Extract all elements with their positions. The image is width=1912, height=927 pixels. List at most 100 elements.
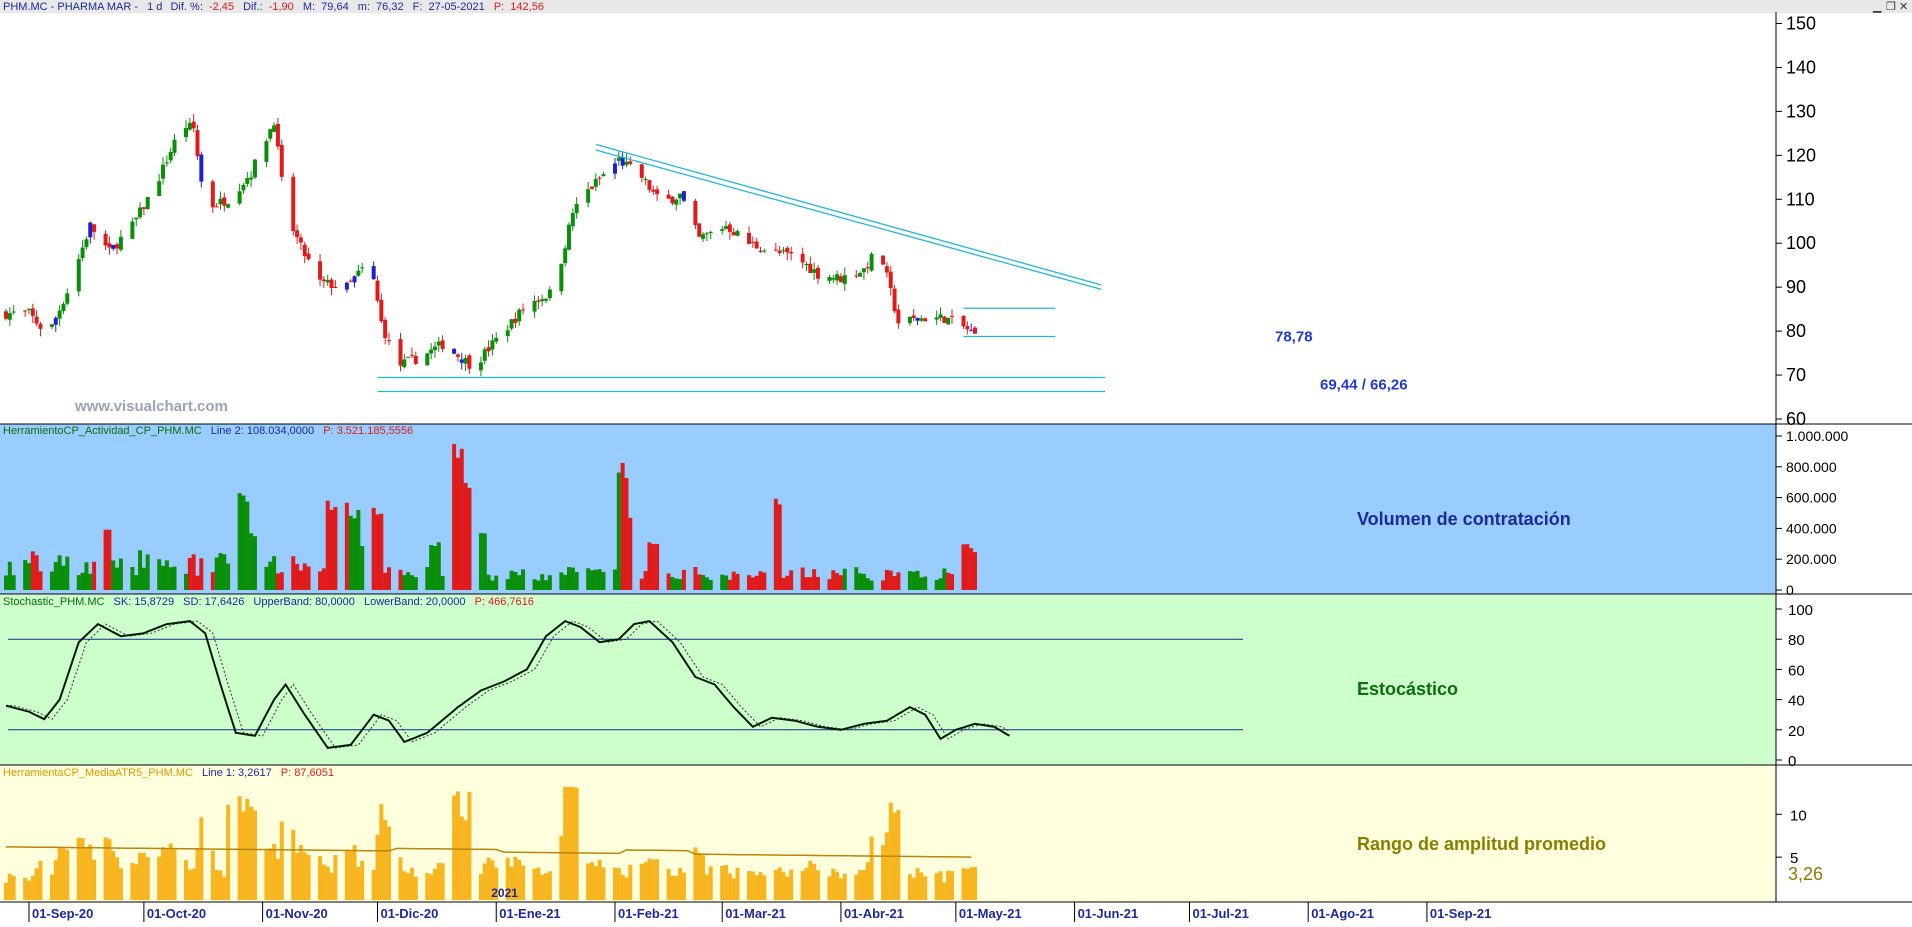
candle-body	[172, 139, 177, 153]
volume-bar	[559, 572, 564, 590]
volume-bar	[896, 572, 901, 590]
atr-bar	[773, 869, 778, 900]
atr-bar	[865, 862, 870, 900]
candle-body	[804, 264, 809, 266]
atr-bar	[815, 870, 820, 900]
candle-body	[398, 339, 403, 366]
candle-body	[325, 280, 330, 283]
volume-bar	[762, 572, 767, 590]
atr-bar	[938, 871, 943, 900]
atr-bar	[563, 786, 568, 900]
volume-bar	[402, 575, 407, 590]
volume-bar	[482, 533, 487, 590]
volume-bar	[521, 569, 526, 590]
candle-body	[92, 224, 97, 232]
header-dif: -1,90	[269, 1, 294, 13]
candle-body	[199, 154, 204, 182]
volume-bar	[907, 571, 912, 590]
candle-body	[184, 128, 189, 138]
volume-bar	[651, 544, 656, 590]
volume-bar	[494, 575, 499, 590]
candle-body	[279, 144, 284, 177]
candle-body	[306, 253, 311, 260]
volume-bar	[674, 578, 679, 590]
volume-bar	[750, 577, 755, 590]
candle-body	[704, 233, 709, 235]
volume-bar	[544, 580, 549, 590]
close-icon[interactable]: ✕	[1899, 1, 1908, 13]
candle-body	[23, 310, 28, 312]
atr-bar	[241, 811, 246, 900]
atr-bar	[26, 880, 31, 900]
date-tick-label: 01-Dic-20	[381, 906, 439, 921]
volume-bar	[972, 552, 977, 590]
atr-bar	[191, 868, 196, 900]
header-dif-label: Dif.:	[243, 1, 263, 13]
volume-bar	[161, 565, 166, 590]
price-tick-label: 80	[1786, 321, 1806, 341]
stochastic-tick-label: 0	[1788, 753, 1796, 770]
volume-bar	[486, 574, 491, 590]
volume-bar	[115, 567, 120, 590]
atr-bar	[597, 859, 602, 900]
atr-bar	[440, 863, 445, 900]
volume-bar	[306, 566, 311, 590]
atr-bar	[57, 847, 62, 900]
stochastic-header-sd: SD: 17,6426	[183, 596, 244, 608]
volume-bar	[88, 573, 93, 590]
candle-body	[892, 288, 897, 312]
volume-bar	[747, 575, 752, 590]
atr-bar	[118, 868, 123, 900]
stochastic-tick-label: 100	[1788, 602, 1813, 619]
atr-bar	[291, 829, 296, 900]
volume-bar	[80, 572, 85, 590]
atr-bar	[84, 847, 89, 900]
candle-body	[130, 221, 135, 239]
candle-body	[425, 353, 430, 366]
atr-header-p: P: 87,6051	[281, 767, 334, 779]
volume-bar	[777, 504, 782, 590]
volume-bar	[892, 576, 897, 590]
atr-bar	[455, 791, 460, 900]
atr-bar	[356, 867, 361, 900]
volume-bar	[620, 462, 625, 590]
candle-body	[861, 268, 866, 273]
candle-body	[463, 357, 468, 364]
candle-body	[436, 341, 441, 346]
atr-bar	[383, 819, 388, 900]
candle-body	[574, 203, 579, 214]
volume-bar	[586, 568, 591, 590]
atr-bar	[302, 852, 307, 900]
atr-bar	[141, 852, 146, 900]
atr-bar	[731, 878, 736, 900]
candle-body	[402, 359, 407, 368]
candle-body	[138, 207, 143, 218]
stochastic-header-ub: UpperBand: 80,0000	[253, 596, 355, 608]
volume-bar	[961, 544, 966, 590]
volume-bar	[509, 570, 514, 590]
price-tick-label: 70	[1786, 365, 1806, 385]
volume-bar	[118, 558, 123, 590]
atr-bar	[379, 804, 384, 900]
atr-bar	[861, 870, 866, 900]
volume-bar	[754, 575, 759, 590]
candle-body	[333, 286, 338, 288]
candle-body	[777, 250, 782, 253]
candle-body	[869, 253, 874, 271]
candle-body	[563, 248, 568, 264]
restore-icon[interactable]: ❐	[1886, 1, 1896, 13]
volume-bar	[360, 546, 365, 590]
candle-body	[440, 340, 445, 349]
volume-bar	[681, 569, 686, 590]
candle-body	[655, 189, 660, 195]
volume-header-name: HerramientoCP_Actividad_CP_PHM.MC	[3, 425, 202, 437]
volume-bar	[888, 570, 893, 590]
minimize-icon[interactable]: ▁	[1872, 1, 1882, 13]
candle-body	[505, 330, 510, 337]
atr-bar	[969, 867, 974, 900]
volume-bar	[861, 573, 866, 590]
atr-bar	[195, 848, 200, 900]
atr-bar	[38, 860, 43, 900]
volume-bar	[670, 577, 675, 590]
candle-body	[509, 319, 514, 329]
